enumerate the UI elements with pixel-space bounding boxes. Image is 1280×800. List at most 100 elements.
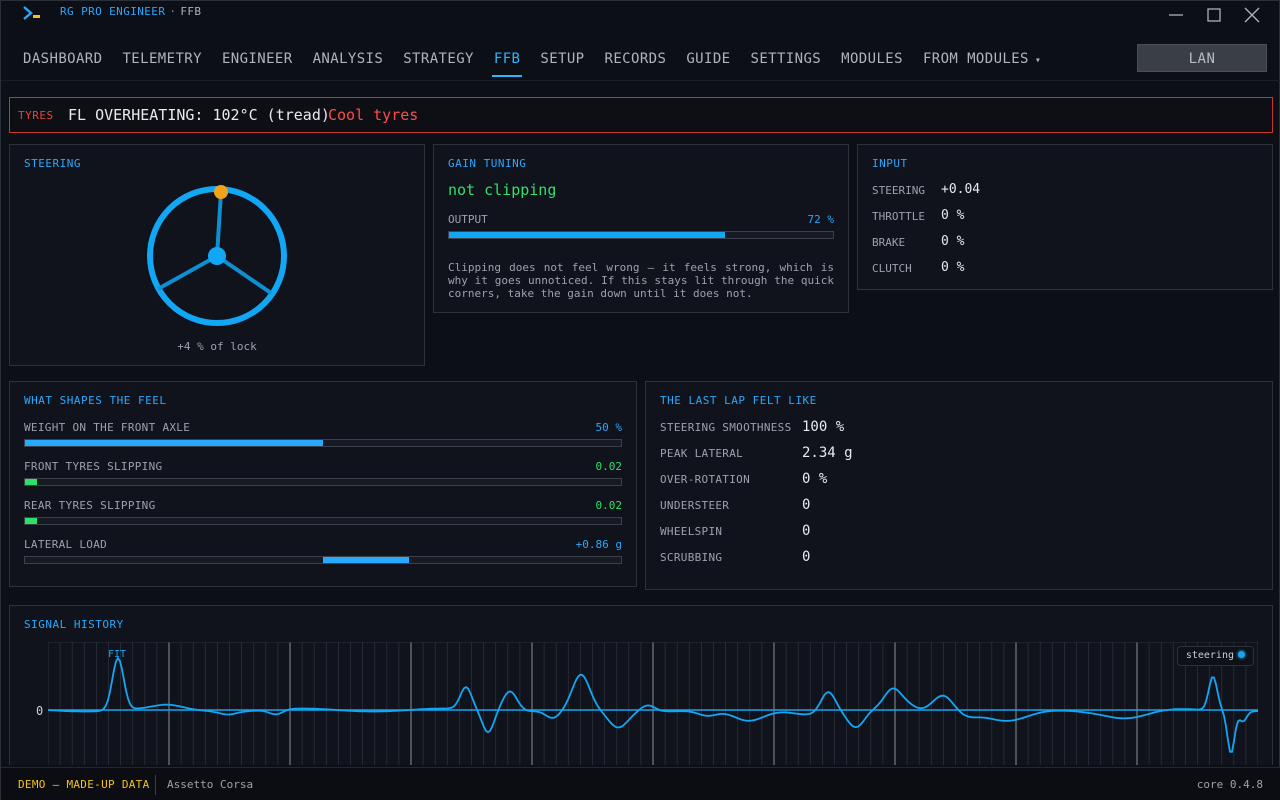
input-clutch-value: 0 % (941, 260, 965, 275)
steering-lock-label: +4 % of lock (177, 340, 257, 353)
nav-divider (1, 80, 1280, 81)
signal-panel-title: SIGNAL HISTORY (24, 618, 124, 631)
nav-telemetry[interactable]: TELEMETRY (122, 51, 201, 77)
maximize-icon (1207, 8, 1221, 22)
feel-rear-slip-label: REAR TYRES SLIPPING (24, 499, 156, 512)
app-name: RG PRO ENGINEER (60, 5, 166, 18)
feel-rear-slip-bar-fill (25, 518, 37, 524)
nav-analysis[interactable]: ANALYSIS (313, 51, 384, 77)
steering-panel: STEERING +4 % of lock (9, 144, 425, 366)
alert-tag: TYRES (18, 109, 54, 122)
output-bar-fill (449, 232, 726, 238)
clipping-status: not clipping (448, 181, 557, 199)
nav-setup[interactable]: SETUP (540, 51, 584, 77)
feel-front-slip-bar-fill (25, 479, 37, 485)
lap-over-rotation-label: OVER-ROTATION (660, 473, 750, 486)
status-divider (155, 775, 156, 795)
lap-smoothness-value: 100 % (802, 419, 845, 435)
lap-smoothness-label: STEERING SMOOTHNESS (660, 421, 792, 434)
feel-front-slip-value: 0.02 (595, 460, 623, 473)
gain-panel-title: GAIN TUNING (448, 157, 527, 170)
lap-wheelspin-value: 0 (802, 523, 811, 539)
app-logo-icon (23, 6, 40, 20)
minimize-icon (1169, 14, 1183, 16)
nav-strategy[interactable]: STRATEGY (403, 51, 474, 77)
nav-engineer[interactable]: ENGINEER (222, 51, 293, 77)
close-button[interactable] (1242, 5, 1262, 25)
nav-settings[interactable]: SETTINGS (750, 51, 821, 77)
minimize-button[interactable] (1166, 5, 1186, 25)
lap-scrubbing-value: 0 (802, 549, 811, 565)
feel-front-slip-bar (24, 478, 622, 486)
input-throttle-label: THROTTLE (872, 210, 925, 223)
nav-ffb[interactable]: FFB (491, 51, 522, 77)
input-panel-title: INPUT (872, 157, 908, 170)
zero-axis-label: 0 (36, 704, 44, 718)
input-steering-value: +0.04 (941, 182, 981, 197)
gain-tuning-panel: GAIN TUNING not clipping OUTPUT 72 % Cli… (433, 144, 849, 313)
nav-modules[interactable]: MODULES (841, 51, 903, 77)
gain-note: Clipping does not feel wrong — it feels … (448, 261, 834, 300)
feel-front-axle-weight-value: 50 % (595, 421, 623, 434)
input-brake-value: 0 % (941, 234, 965, 249)
title-bar: RG PRO ENGINEER · FFB (1, 1, 1280, 29)
lap-understeer-value: 0 (802, 497, 811, 513)
main-nav: DASHBOARD TELEMETRY ENGINEER ANALYSIS ST… (23, 51, 1061, 77)
app-title: RG PRO ENGINEER · FFB (60, 5, 201, 18)
alert-action: Cool tyres (328, 106, 419, 124)
feel-rear-slip-bar (24, 517, 622, 525)
input-steering-label: STEERING (872, 184, 925, 197)
title-separator: · (169, 5, 177, 18)
nav-from-modules-dropdown[interactable]: FROM MODULES ▾ (923, 51, 1041, 77)
input-panel: INPUT STEERING +0.04 THROTTLE 0 % BRAKE … (857, 144, 1273, 290)
feel-lateral-load-bar-fill (323, 557, 409, 563)
demo-badge: DEMO — MADE-UP DATA (18, 778, 150, 791)
signal-history-panel: SIGNAL HISTORY 0 FIT steering (9, 605, 1273, 765)
lap-peak-lateral-label: PEAK LATERAL (660, 447, 744, 460)
signal-legend[interactable]: steering (1176, 646, 1254, 666)
app-window: RG PRO ENGINEER · FFB DASHBOARD TELEMETRY … (0, 0, 1280, 800)
signal-annotation: FIT (108, 649, 126, 660)
signal-chart: FIT (48, 642, 1258, 765)
legend-dot-icon (1238, 651, 1245, 658)
feel-front-axle-weight-bar (24, 439, 622, 447)
nav-records[interactable]: RECORDS (605, 51, 667, 77)
maximize-button[interactable] (1204, 5, 1224, 25)
nav-guide[interactable]: GUIDE (686, 51, 730, 77)
tyre-alert-banner: TYRES FL OVERHEATING: 102°C (tread) Cool… (9, 97, 1273, 133)
chevron-down-icon: ▾ (1034, 55, 1042, 66)
feel-rear-slip-value: 0.02 (595, 499, 623, 512)
nav-from-modules-label: FROM MODULES (922, 51, 1029, 67)
current-page-name: FFB (180, 5, 202, 18)
feel-panel-title: WHAT SHAPES THE FEEL (24, 394, 167, 407)
alert-message: FL OVERHEATING: 102°C (tread) (68, 106, 330, 124)
steering-panel-title: STEERING (24, 157, 81, 170)
legend-label: steering (1185, 650, 1234, 661)
feel-lateral-load-value: +0.86 g (575, 538, 622, 551)
game-name: Assetto Corsa (167, 778, 254, 791)
lap-scrubbing-label: SCRUBBING (660, 551, 723, 564)
feel-front-axle-weight-label: WEIGHT ON THE FRONT AXLE (24, 421, 191, 434)
output-value: 72 % (807, 213, 835, 226)
feel-front-slip-label: FRONT TYRES SLIPPING (24, 460, 163, 473)
nav-dashboard[interactable]: DASHBOARD (23, 51, 102, 77)
input-clutch-label: CLUTCH (872, 262, 912, 275)
lap-over-rotation-value: 0 % (802, 471, 828, 487)
close-icon (1244, 7, 1260, 23)
lap-peak-lateral-value: 2.34 g (802, 445, 853, 461)
feel-front-axle-weight-bar-fill (25, 440, 323, 446)
feel-panel: WHAT SHAPES THE FEEL WEIGHT ON THE FRONT… (9, 381, 637, 587)
last-lap-panel: THE LAST LAP FELT LIKE STEERING SMOOTHNE… (645, 381, 1273, 590)
output-label: OUTPUT (448, 213, 488, 226)
lan-button[interactable]: LAN (1137, 44, 1267, 72)
output-bar (448, 231, 834, 239)
status-bar: DEMO — MADE-UP DATA Assetto Corsa core 0… (1, 767, 1280, 800)
feel-lateral-load-label: LATERAL LOAD (24, 538, 108, 551)
steering-wheel-icon (147, 185, 287, 326)
feel-lateral-load-bar (24, 556, 622, 564)
input-brake-label: BRAKE (872, 236, 906, 249)
input-throttle-value: 0 % (941, 208, 965, 223)
version-label: core 0.4.8 (1196, 778, 1263, 791)
lap-understeer-label: UNDERSTEER (660, 499, 730, 512)
lap-wheelspin-label: WHEELSPIN (660, 525, 723, 538)
